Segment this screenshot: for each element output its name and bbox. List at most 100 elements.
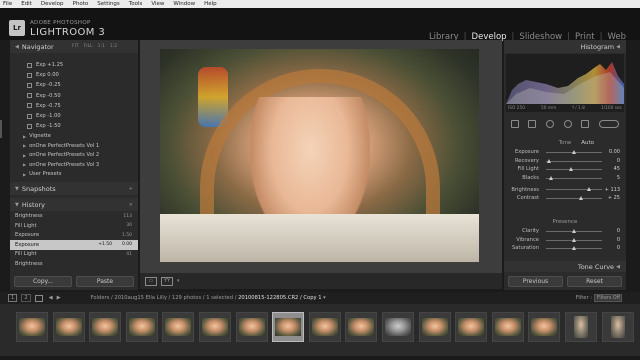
history-item[interactable]: Brightness <box>10 259 138 269</box>
slider-knob[interactable] <box>571 150 576 154</box>
filmstrip-thumbnail[interactable] <box>52 312 85 342</box>
slider-value[interactable]: 0 <box>617 158 620 164</box>
filmstrip-thumbnail[interactable] <box>308 312 341 342</box>
slider-value[interactable]: 0 <box>617 228 620 234</box>
clear-history-icon[interactable]: × <box>129 202 133 208</box>
tone-auto-button[interactable]: Auto <box>581 140 594 146</box>
before-after-icon[interactable]: YY <box>161 276 173 286</box>
filmstrip-thumbnail[interactable] <box>16 312 48 342</box>
back-arrow-icon[interactable]: ◀ <box>49 295 53 301</box>
menu-window[interactable]: Window <box>173 1 195 7</box>
tone-curve-header[interactable]: Tone Curve ◀ <box>504 261 626 272</box>
forward-arrow-icon[interactable]: ▶ <box>57 295 61 301</box>
reset-button[interactable]: Reset <box>567 276 622 287</box>
crop-icon[interactable] <box>528 120 537 128</box>
menu-settings[interactable]: Settings <box>97 1 120 7</box>
slider-track[interactable] <box>546 177 602 179</box>
page-1-tab[interactable]: 1 <box>8 294 18 302</box>
filmstrip-thumbnail[interactable] <box>418 312 451 342</box>
slider-knob[interactable] <box>569 167 573 172</box>
left-edge-scrollbar[interactable] <box>0 120 2 138</box>
filmstrip-thumbnail[interactable] <box>272 312 305 342</box>
grid-view-icon[interactable] <box>34 294 43 302</box>
filter-dropdown[interactable]: Filters Off <box>594 294 622 302</box>
filmstrip-thumbnail[interactable] <box>565 312 597 342</box>
preset-item[interactable]: Exp +1.25 <box>10 60 138 70</box>
zoom-1-1[interactable]: 1:1 <box>98 44 105 49</box>
menu-develop[interactable]: Develop <box>41 1 64 7</box>
slider-knob[interactable] <box>549 175 554 180</box>
preset-item[interactable]: Exp -1.50 <box>10 121 138 131</box>
slider-value[interactable]: 0 <box>617 237 620 243</box>
slider-value[interactable]: 45 <box>614 166 620 172</box>
preset-item[interactable]: Exp -1.00 <box>10 111 138 121</box>
slider-track[interactable] <box>546 197 602 199</box>
preset-folder[interactable]: ▶ onOne PerfectPresets Vol 3 <box>10 160 138 170</box>
preset-folder[interactable]: ▶ onOne PerfectPresets Vol 2 <box>10 151 138 161</box>
filmstrip-thumbnail[interactable] <box>455 312 488 342</box>
filmstrip-thumbnail[interactable] <box>235 312 268 342</box>
slider-knob[interactable] <box>587 187 592 192</box>
filmstrip-thumbnail[interactable] <box>89 312 122 342</box>
history-item[interactable]: Fill Light 30 <box>10 221 138 231</box>
main-photo[interactable] <box>160 49 479 262</box>
slider-track[interactable] <box>546 189 602 191</box>
menu-photo[interactable]: Photo <box>73 1 89 7</box>
slider-value[interactable]: 0.00 <box>609 149 620 155</box>
filmstrip-thumbnail[interactable] <box>125 312 158 342</box>
preset-item[interactable]: Exp -0.50 <box>10 91 138 101</box>
preset-item[interactable]: Exp 0.00 <box>10 70 138 80</box>
histogram-header[interactable]: Histogram ◀ <box>504 40 626 53</box>
preset-folder[interactable]: ▶ onOne PerfectPresets Vol 1 <box>10 141 138 151</box>
filmstrip-thumbnail[interactable] <box>491 312 524 342</box>
slider-knob[interactable] <box>571 237 576 242</box>
zoom-fill[interactable]: FILL <box>84 44 93 49</box>
filmstrip-thumbnail[interactable] <box>382 312 414 342</box>
history-item[interactable]: Exposure 1.50 <box>10 230 138 240</box>
filmstrip-thumbnail[interactable] <box>528 312 561 342</box>
preset-folder[interactable]: ▶ User Presets <box>10 170 138 180</box>
spot-removal-icon[interactable] <box>546 120 555 128</box>
slider-knob[interactable] <box>571 229 576 233</box>
history-header[interactable]: ▼ History × <box>10 198 138 212</box>
loupe-view-icon[interactable]: ▭ <box>145 276 157 286</box>
toolbar-menu-icon[interactable]: ▾ <box>177 278 180 284</box>
slider-knob[interactable] <box>546 158 551 163</box>
slider-value[interactable]: + 25 <box>608 195 620 201</box>
add-snapshot-icon[interactable]: + <box>129 186 133 192</box>
slider-value[interactable]: 0 <box>617 245 620 251</box>
filmstrip-thumbnail[interactable] <box>199 312 231 342</box>
history-item[interactable]: Exposure +1.50 0.00 <box>10 240 138 250</box>
paste-button[interactable]: Paste <box>76 276 134 287</box>
preset-item[interactable]: Exp -0.25 <box>10 80 138 90</box>
menu-tools[interactable]: Tools <box>129 1 143 7</box>
red-eye-icon[interactable] <box>563 120 572 128</box>
file-menu-icon[interactable]: ▾ <box>323 295 326 301</box>
filmstrip-thumbnail[interactable] <box>162 312 195 342</box>
copy-button[interactable]: Copy... <box>14 276 72 287</box>
slider-value[interactable]: + 113 <box>605 187 620 193</box>
grid-overlay-icon[interactable] <box>510 120 519 128</box>
slider-knob[interactable] <box>571 246 576 251</box>
previous-button[interactable]: Previous <box>508 276 563 287</box>
history-item[interactable]: Fill Light 41 <box>10 250 138 260</box>
menu-file[interactable]: File <box>3 1 12 7</box>
snapshots-header[interactable]: ▼ Snapshots + <box>10 182 138 196</box>
preset-item[interactable]: Exp -0.75 <box>10 101 138 111</box>
history-item[interactable]: Brightness 113 <box>10 211 138 221</box>
slider-knob[interactable] <box>578 195 583 200</box>
menu-help[interactable]: Help <box>204 1 217 7</box>
slider-track[interactable] <box>546 160 602 162</box>
preset-folder[interactable]: ▶ Vignette <box>10 131 138 141</box>
filmstrip-thumbnail[interactable] <box>345 312 378 342</box>
zoom-1-2[interactable]: 1:2 <box>110 44 117 49</box>
navigator-header[interactable]: ◀ Navigator FIT FILL 1:1 1:2 <box>10 40 138 53</box>
zoom-fit[interactable]: FIT <box>72 44 79 49</box>
filmstrip-thumbnail[interactable] <box>601 312 634 342</box>
page-2-tab[interactable]: 2 <box>21 294 31 302</box>
slider-track[interactable] <box>546 169 602 171</box>
menu-view[interactable]: View <box>151 1 164 7</box>
slider-value[interactable]: 5 <box>617 175 620 181</box>
graduated-filter-icon[interactable] <box>581 120 590 128</box>
menu-edit[interactable]: Edit <box>21 1 32 7</box>
